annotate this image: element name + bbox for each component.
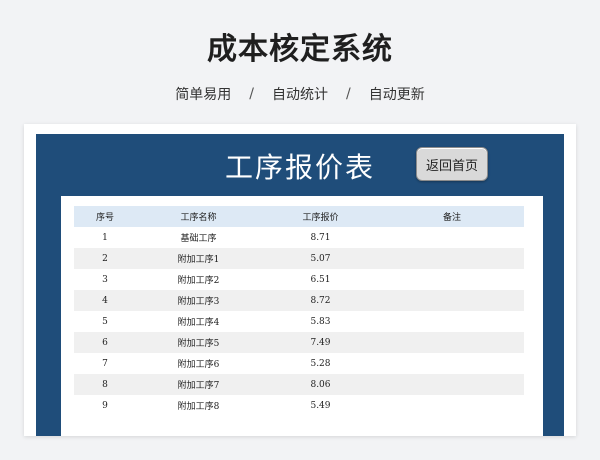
cell-note[interactable] — [380, 332, 524, 353]
tag-auto-stats: 自动统计 — [272, 87, 328, 103]
column-header-name: 工序名称 — [180, 213, 217, 223]
separator: / — [249, 86, 254, 102]
cell-no[interactable]: 2 — [74, 248, 136, 269]
cell-name[interactable]: 附加工序3 — [136, 290, 261, 311]
cell-name[interactable]: 附加工序2 — [136, 269, 261, 290]
feature-tagline: 简单易用 / 自动统计 / 自动更新 — [0, 84, 600, 104]
cell-name[interactable]: 附加工序8 — [136, 395, 261, 416]
table-panel: 序号 工序名称 工序报价 备注 1 基础工序 8.71 2 附加工序1 5.07 3 附加工序… — [61, 196, 543, 436]
cell-name[interactable]: 基础工序 — [136, 227, 261, 248]
cell-note[interactable] — [380, 248, 524, 269]
cell-price[interactable]: 8.71 — [261, 227, 380, 248]
cell-price[interactable]: 5.49 — [261, 395, 380, 416]
cell-price[interactable]: 8.06 — [261, 374, 380, 395]
cell-note[interactable] — [380, 227, 524, 248]
cell-no[interactable]: 4 — [74, 290, 136, 311]
cell-price[interactable]: 7.49 — [261, 332, 380, 353]
column-header-note: 备注 — [442, 213, 461, 223]
cell-no[interactable]: 6 — [74, 332, 136, 353]
spreadsheet-sheet: 工序报价表 返回首页 序号 工序名称 工序报价 备注 1 基础工序 8.71 2 附加工… — [36, 134, 564, 436]
cell-price[interactable]: 6.51 — [261, 269, 380, 290]
tag-auto-update: 自动更新 — [368, 87, 425, 103]
cell-no[interactable]: 5 — [74, 311, 136, 332]
table-row: 2 附加工序1 5.07 — [74, 248, 524, 269]
cell-name[interactable]: 附加工序5 — [136, 332, 261, 353]
cell-price[interactable]: 8.72 — [261, 290, 380, 311]
cell-no[interactable]: 8 — [74, 374, 136, 395]
cell-note[interactable] — [380, 374, 524, 395]
price-table: 序号 工序名称 工序报价 备注 1 基础工序 8.71 2 附加工序1 5.07 3 附加工序… — [74, 206, 524, 416]
cell-no[interactable]: 7 — [74, 353, 136, 374]
cell-note[interactable] — [380, 353, 524, 374]
table-header-row: 序号 工序名称 工序报价 备注 — [74, 206, 524, 227]
cell-note[interactable] — [380, 269, 524, 290]
cell-name[interactable]: 附加工序1 — [136, 248, 261, 269]
table-row: 9 附加工序8 5.49 — [74, 395, 524, 416]
table-row: 3 附加工序2 6.51 — [74, 269, 524, 290]
cell-price[interactable]: 5.07 — [261, 248, 380, 269]
cell-no[interactable]: 1 — [74, 227, 136, 248]
cell-note[interactable] — [380, 395, 524, 416]
cell-note[interactable] — [380, 311, 524, 332]
cell-price[interactable]: 5.83 — [261, 311, 380, 332]
table-row: 7 附加工序6 5.28 — [74, 353, 524, 374]
cell-note[interactable] — [380, 290, 524, 311]
tag-easy: 简单易用 — [175, 87, 232, 103]
cell-price[interactable]: 5.28 — [261, 353, 380, 374]
cell-name[interactable]: 附加工序6 — [136, 353, 261, 374]
separator: / — [346, 86, 351, 102]
table-row: 4 附加工序3 8.72 — [74, 290, 524, 311]
page-title: 成本核定系统 — [207, 32, 393, 67]
column-header-no: 序号 — [95, 213, 114, 223]
cell-name[interactable]: 附加工序7 — [136, 374, 261, 395]
column-header-price: 工序报价 — [302, 213, 339, 223]
cell-no[interactable]: 9 — [74, 395, 136, 416]
cell-name[interactable]: 附加工序4 — [136, 311, 261, 332]
table-row: 1 基础工序 8.71 — [74, 227, 524, 248]
cell-no[interactable]: 3 — [74, 269, 136, 290]
table-row: 5 附加工序4 5.83 — [74, 311, 524, 332]
table-row: 8 附加工序7 8.06 — [74, 374, 524, 395]
table-row: 6 附加工序5 7.49 — [74, 332, 524, 353]
preview-card: 工序报价表 返回首页 序号 工序名称 工序报价 备注 1 基础工序 8.71 2 附加工… — [24, 124, 576, 436]
back-to-home-button[interactable]: 返回首页 — [416, 147, 488, 181]
